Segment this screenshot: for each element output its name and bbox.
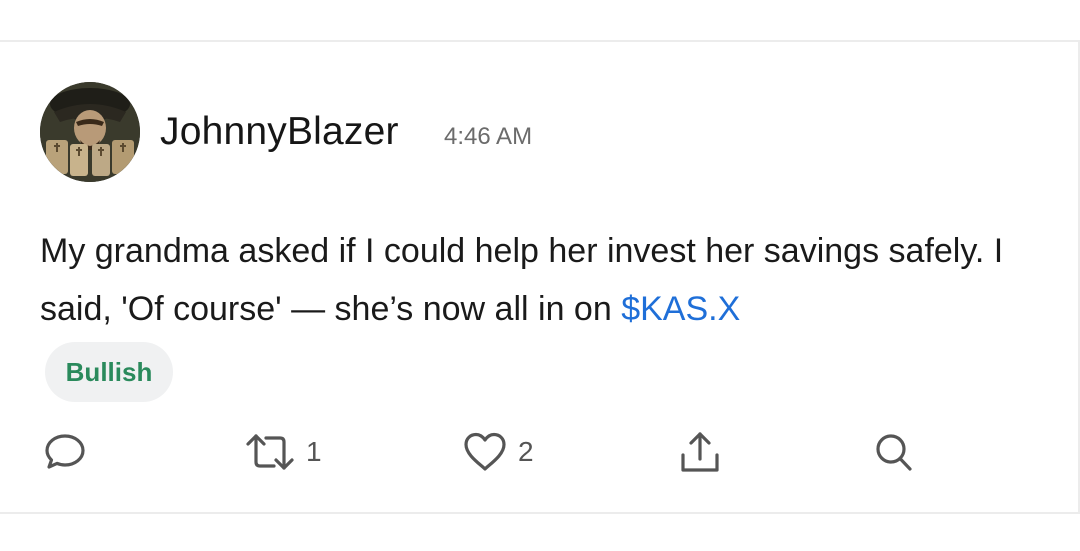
heart-icon xyxy=(462,430,508,474)
like-count: 2 xyxy=(518,436,534,467)
repost-button[interactable]: 1 xyxy=(244,428,322,476)
reply-button[interactable] xyxy=(42,428,88,476)
post-timestamp: 4:46 AM xyxy=(444,123,533,150)
repost-icon xyxy=(244,430,296,474)
bottom-divider xyxy=(0,512,1080,514)
username[interactable]: JohnnyBlazer xyxy=(160,110,399,154)
search-button[interactable] xyxy=(872,428,916,476)
sentiment-badge: Bullish xyxy=(45,342,173,402)
post-text: My grandma asked if I could help her inv… xyxy=(40,232,1004,328)
repost-count: 1 xyxy=(306,436,322,467)
cashtag-link[interactable]: $KAS.X xyxy=(621,290,740,328)
comment-bubble-icon xyxy=(42,429,88,475)
avatar[interactable] xyxy=(40,82,140,182)
share-button[interactable] xyxy=(678,428,722,476)
post-body: My grandma asked if I could help her inv… xyxy=(40,222,1050,338)
search-icon xyxy=(872,429,916,475)
sentiment-label: Bullish xyxy=(65,356,153,387)
like-button[interactable]: 2 xyxy=(462,428,534,476)
top-divider xyxy=(0,40,1080,42)
share-upload-icon xyxy=(678,429,722,475)
